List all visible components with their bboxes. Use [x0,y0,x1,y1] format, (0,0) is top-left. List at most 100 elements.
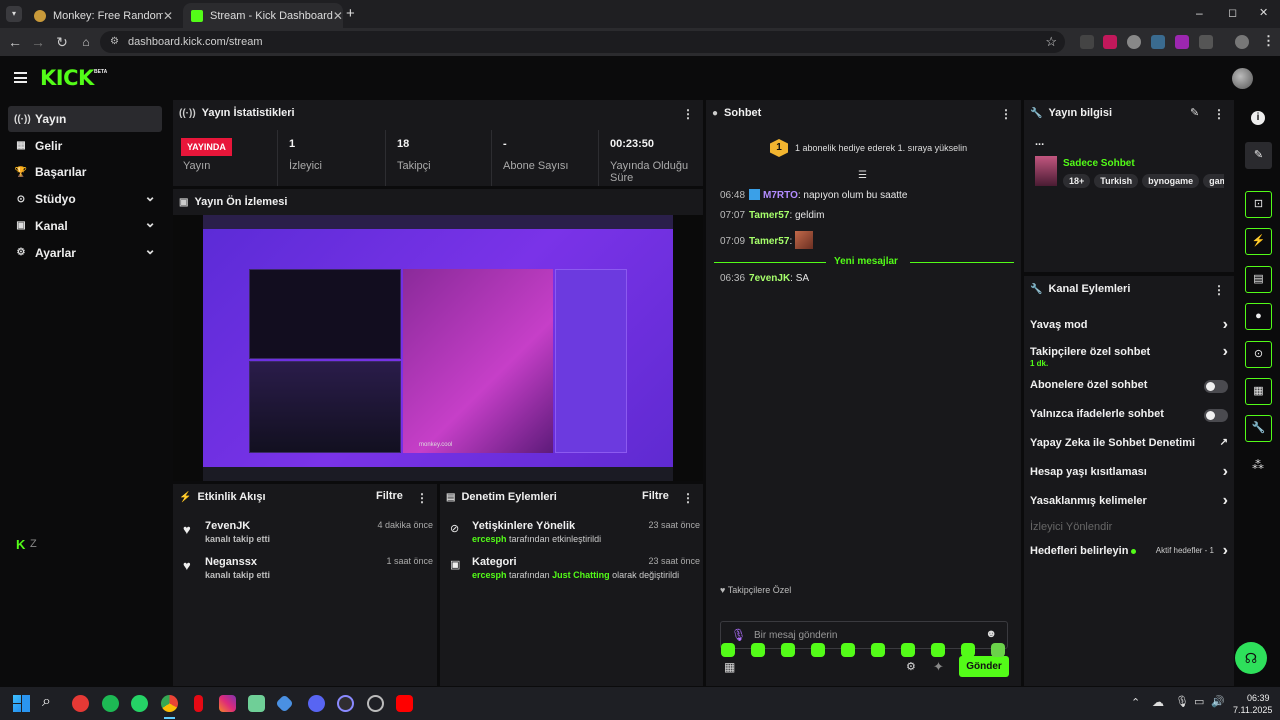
category-name[interactable]: Just Chatting [552,570,610,580]
close-window-button[interactable]: ✕ [1259,6,1268,19]
message-user[interactable]: M7RTO [763,190,798,201]
toggle-switch[interactable] [1204,409,1228,422]
gift-leaderboard-banner[interactable]: 1 1 abonelik hediye ederek 1. sıraya yük… [770,138,967,158]
tag-chip[interactable]: gaming [1203,174,1224,188]
emote-5-icon[interactable] [841,643,855,657]
more-options-icon[interactable]: ⋮ [682,107,694,121]
emote-7-icon[interactable] [901,643,915,657]
filter-button[interactable]: Filtre [642,490,669,502]
rail-camera-button[interactable]: ⊡ [1245,191,1272,218]
chat-settings-icon[interactable]: ⚙ [906,660,916,673]
sidebar-item-4[interactable]: ▣ Kanal ⌄ [8,213,162,239]
tray-overflow-icon[interactable]: ⌃ [1131,696,1140,709]
hamburger-menu-icon[interactable] [14,72,27,83]
emote-2-icon[interactable] [751,643,765,657]
support-headset-button[interactable]: ☊ [1235,642,1267,674]
message-user[interactable]: Tamer57 [749,236,789,247]
extension-4-icon[interactable] [1151,35,1165,49]
close-tab-icon[interactable]: ✕ [163,9,173,23]
emote-9-icon[interactable] [961,643,975,657]
user-avatar[interactable] [1232,68,1253,89]
rail-broadcast-button[interactable]: ⊙ [1245,341,1272,368]
more-options-icon[interactable]: ⋮ [682,491,694,505]
moderator-name[interactable]: ercesph [472,534,507,544]
minimize-button[interactable]: – [1196,6,1203,20]
profile-avatar-icon[interactable] [1235,35,1249,49]
tag-chip[interactable]: bynogame [1142,174,1200,188]
channel-action-row[interactable]: Hesap yaşı kısıtlaması › [1030,463,1228,488]
drops-icon[interactable]: ✦ [933,659,944,675]
emote-3-icon[interactable] [781,643,795,657]
moderator-name[interactable]: ercesph [472,570,507,580]
extension-1-icon[interactable] [1080,35,1094,49]
rail-layout-button[interactable]: ▦ [1245,378,1272,405]
channel-action-row[interactable]: Takipçilere özel sohbet 1 dk. › [1030,343,1228,368]
discord-icon[interactable] [308,695,325,712]
channel-action-row[interactable]: Yalnızca ifadelerle sohbet [1030,408,1228,430]
chevron-right-icon[interactable]: › [1223,542,1228,560]
sidebar-item-0[interactable]: ((·)) Yayın [8,106,162,132]
chrome-icon[interactable] [161,695,178,712]
notes-app-icon[interactable] [248,695,265,712]
forward-icon[interactable]: → [29,33,47,51]
chevron-right-icon[interactable]: › [1223,343,1228,361]
channel-action-row[interactable]: Abonelere özel sohbet [1030,379,1228,401]
chevron-down-icon[interactable]: ⌄ [144,214,156,231]
bookmark-star-icon[interactable]: ☆ [1045,31,1057,53]
kick-logo[interactable]: KICK [40,66,94,90]
emoji-icon[interactable]: ☻ [985,628,997,640]
tag-chip[interactable]: Turkish [1094,174,1139,188]
category-thumbnail[interactable] [1035,156,1057,186]
tab-kick-dashboard[interactable]: Stream - Kick Dashboard ✕ [183,3,343,28]
rail-document-button[interactable]: ▤ [1245,266,1272,293]
clock-date[interactable]: 7.11.2025 [1233,705,1272,715]
message-user[interactable]: 7evenJK [749,273,790,284]
back-icon[interactable]: ← [6,33,24,51]
chevron-down-icon[interactable]: ⌄ [144,188,156,205]
game-app-icon[interactable] [275,694,294,713]
new-tab-button[interactable]: + [346,5,355,22]
chevron-down-icon[interactable]: ⌄ [144,241,156,258]
microphone-icon[interactable]: 🎙 [731,628,746,642]
rail-chat-button[interactable]: ● [1245,303,1272,330]
more-options-icon[interactable]: ⋮ [1213,283,1225,297]
youtube-icon[interactable] [396,695,413,712]
start-icon-right[interactable] [22,695,30,712]
store-icon[interactable]: ▦ [724,660,735,674]
emote-1-icon[interactable] [721,643,735,657]
more-options-icon[interactable]: ⋮ [1213,107,1225,121]
clock-time[interactable]: 06:39 [1247,693,1270,703]
channel-action-row[interactable]: Yavaş mod › [1030,316,1228,341]
sidebar-item-2[interactable]: 🏆 Başarılar [8,159,162,185]
whatsapp-icon[interactable] [131,695,148,712]
sidebar-item-3[interactable]: ⊙ Stüdyo ⌄ [8,186,162,212]
browser-menu-icon[interactable]: ⋮ [1262,33,1275,49]
extension-2-icon[interactable] [1103,35,1117,49]
site-info-icon[interactable]: ⚙ [110,31,119,53]
chevron-right-icon[interactable]: › [1223,492,1228,510]
extensions-puzzle-icon[interactable] [1199,35,1213,49]
spotify-icon[interactable] [102,695,119,712]
url-field[interactable]: ⚙ dashboard.kick.com/stream ☆ [100,31,1065,53]
volume-icon[interactable]: 🔊 [1211,695,1225,708]
edit-icon[interactable]: ✎ [1190,106,1199,119]
rail-bolt-button[interactable]: ⚡ [1245,228,1272,255]
emote-8-icon[interactable] [931,643,945,657]
pinned-collapse-icon[interactable]: ☰ [858,170,867,181]
maximize-button[interactable]: ◻ [1228,6,1237,19]
rail-wrench-button[interactable]: 🔧 [1245,415,1272,442]
tag-chip[interactable]: 18+ [1063,174,1091,188]
app-red-icon[interactable] [72,695,89,712]
sidebar-item-5[interactable]: ⚙ Ayarlar ⌄ [8,240,162,266]
display-tray-icon[interactable]: ▭ [1194,695,1204,708]
channel-action-row[interactable]: Yapay Zeka ile Sohbet Denetimi ↗ [1030,437,1228,459]
more-options-icon[interactable]: ⋮ [416,491,428,505]
extension-3-icon[interactable] [1127,35,1141,49]
mic-tray-icon[interactable]: 🎙 [1175,695,1189,708]
home-icon[interactable]: ⌂ [77,33,95,51]
channel-action-row[interactable]: Yasaklanmış kelimeler › [1030,492,1228,517]
message-user[interactable]: Tamer57 [749,210,789,221]
more-options-icon[interactable]: ⋮ [1000,107,1012,121]
activity-user[interactable]: 7evenJK [205,520,250,532]
netflix-icon[interactable] [194,695,203,712]
